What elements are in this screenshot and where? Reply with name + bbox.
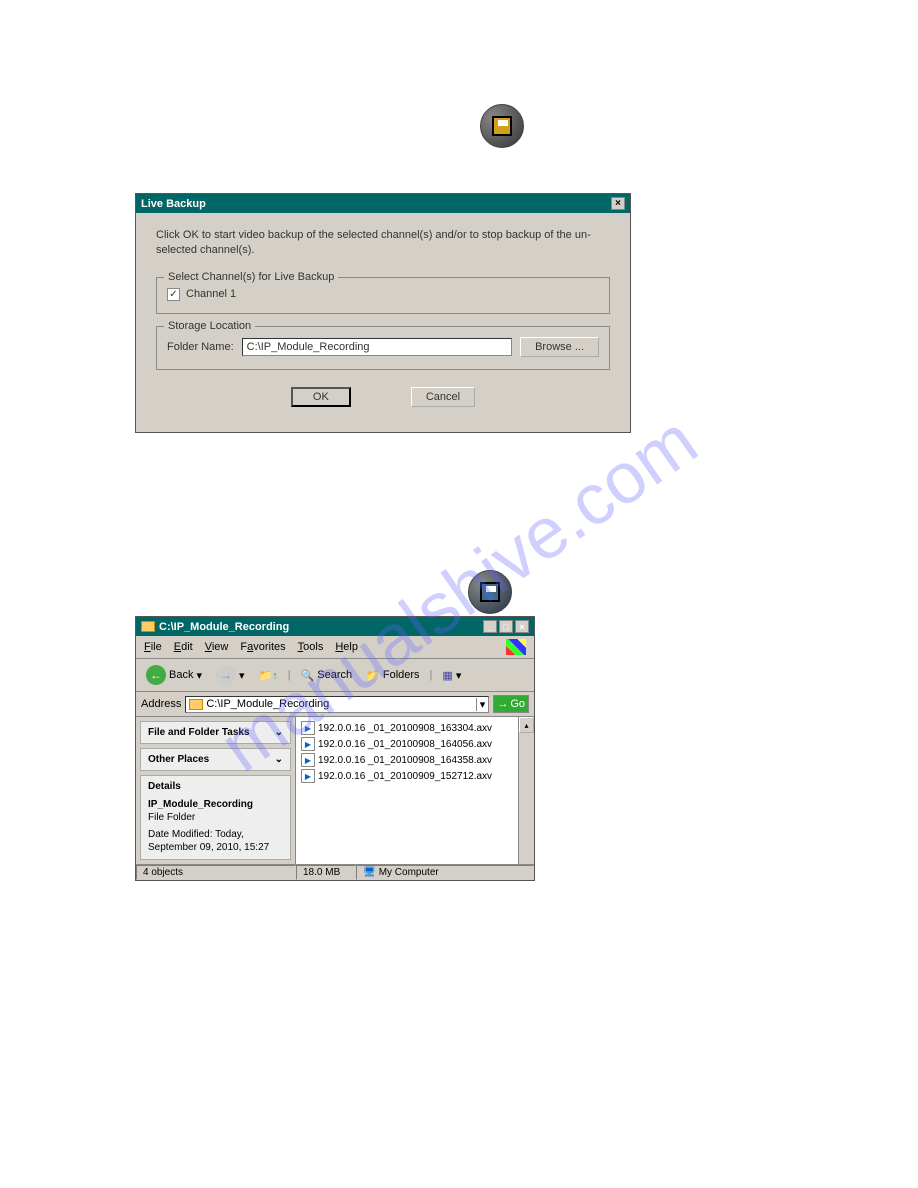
status-size: 18.0 MB [296, 865, 356, 880]
address-input[interactable]: C:\IP_Module_Recording ▾ [185, 696, 489, 713]
go-icon: → [497, 698, 508, 710]
channel1-checkbox[interactable]: ✓ [167, 288, 180, 301]
maximize-button[interactable]: □ [499, 620, 513, 633]
channel-fieldset: Select Channel(s) for Live Backup ✓ Chan… [156, 277, 610, 314]
list-item[interactable]: ▶ 192.0.0.16 _01_20100908_164056.axv [299, 736, 531, 752]
dialog-titlebar: Live Backup × [136, 194, 630, 213]
list-item[interactable]: ▶ 192.0.0.16 _01_20100908_163304.axv [299, 720, 531, 736]
dialog-body: Click OK to start video backup of the se… [136, 213, 630, 432]
status-bar: 4 objects 18.0 MB 🖥 My Computer [136, 864, 534, 880]
toolbar: ← Back ▾ → ▾ 📁↑ | 🔍 Search 📁 Folders | ▦… [136, 659, 534, 692]
minimize-button[interactable]: _ [483, 620, 497, 633]
menu-file[interactable]: File [144, 641, 162, 653]
back-button[interactable]: ← Back ▾ [142, 663, 206, 687]
scroll-up-button[interactable]: ▴ [519, 717, 534, 733]
channel-legend: Select Channel(s) for Live Backup [164, 271, 338, 283]
details-box: Details IP_Module_Recording File Folder … [140, 775, 291, 860]
folders-icon: 📁 [366, 669, 380, 682]
other-places[interactable]: Other Places ⌄ [140, 748, 291, 771]
ok-button[interactable]: OK [291, 387, 351, 407]
computer-icon: 🖥 [363, 867, 376, 878]
chevron-down-icon: ⌄ [275, 754, 283, 765]
menu-tools[interactable]: Tools [298, 641, 324, 653]
address-label: Address [141, 698, 181, 710]
search-button[interactable]: 🔍 Search [297, 667, 357, 684]
live-backup-dialog: Live Backup × Click OK to start video ba… [135, 193, 631, 433]
menu-bar: File Edit View Favorites Tools Help [136, 636, 534, 659]
menu-help[interactable]: Help [335, 641, 358, 653]
vertical-scrollbar[interactable]: ▴ [518, 717, 534, 864]
storage-legend: Storage Location [164, 320, 255, 332]
folder-label: Folder Name: [167, 341, 234, 353]
status-objects: 4 objects [136, 865, 296, 880]
channel1-label: Channel 1 [186, 288, 236, 300]
status-location: 🖥 My Computer [356, 865, 534, 880]
address-bar: Address C:\IP_Module_Recording ▾ → Go [136, 692, 534, 717]
list-item[interactable]: ▶ 192.0.0.16 _01_20100908_164358.axv [299, 752, 531, 768]
close-button[interactable]: × [611, 197, 625, 210]
menu-edit[interactable]: Edit [174, 641, 193, 653]
file-icon: ▶ [301, 737, 315, 751]
views-icon: ▦ [442, 669, 452, 682]
storage-fieldset: Storage Location Folder Name: C:\IP_Modu… [156, 326, 610, 370]
close-button[interactable]: × [515, 620, 529, 633]
dialog-instruction: Click OK to start video backup of the se… [156, 228, 610, 259]
folder-input[interactable]: C:\IP_Module_Recording [242, 338, 512, 356]
file-folder-tasks[interactable]: File and Folder Tasks ⌄ [140, 721, 291, 744]
menu-favorites[interactable]: Favorites [240, 641, 285, 653]
back-icon: ← [146, 665, 166, 685]
forward-icon: → [216, 665, 236, 685]
details-name: IP_Module_Recording [148, 798, 283, 811]
folder-icon [141, 621, 155, 632]
explorer-titlebar: C:\IP_Module_Recording _ □ × [136, 617, 534, 636]
file-icon: ▶ [301, 769, 315, 783]
menu-view[interactable]: View [205, 641, 229, 653]
chevron-down-icon: ⌄ [275, 727, 283, 738]
save-icon [468, 570, 512, 614]
folder-icon [189, 699, 203, 710]
save-icon [480, 104, 524, 148]
browse-button[interactable]: Browse ... [520, 337, 599, 357]
explorer-body: File and Folder Tasks ⌄ Other Places ⌄ D… [136, 717, 534, 864]
explorer-title-text: C:\IP_Module_Recording [159, 621, 289, 633]
side-panel: File and Folder Tasks ⌄ Other Places ⌄ D… [136, 717, 296, 864]
list-item[interactable]: ▶ 192.0.0.16 _01_20100909_152712.axv [299, 768, 531, 784]
file-list: ▴ ▶ 192.0.0.16 _01_20100908_163304.axv ▶… [296, 717, 534, 864]
views-button[interactable]: ▦ ▾ [438, 667, 465, 684]
details-type: File Folder [148, 811, 283, 824]
file-icon: ▶ [301, 753, 315, 767]
dialog-title-text: Live Backup [141, 198, 206, 210]
address-dropdown[interactable]: ▾ [476, 698, 486, 711]
details-modified: Date Modified: Today, September 09, 2010… [148, 828, 283, 854]
file-icon: ▶ [301, 721, 315, 735]
up-button[interactable]: 📁↑ [255, 667, 282, 684]
explorer-window: C:\IP_Module_Recording _ □ × File Edit V… [135, 616, 535, 881]
folders-button[interactable]: 📁 Folders [362, 667, 423, 684]
forward-button[interactable]: → ▾ [212, 663, 249, 687]
go-button[interactable]: → Go [493, 695, 529, 713]
up-icon: 📁↑ [259, 669, 278, 682]
windows-flag-icon [506, 639, 526, 655]
search-icon: 🔍 [301, 669, 315, 682]
cancel-button[interactable]: Cancel [411, 387, 475, 407]
